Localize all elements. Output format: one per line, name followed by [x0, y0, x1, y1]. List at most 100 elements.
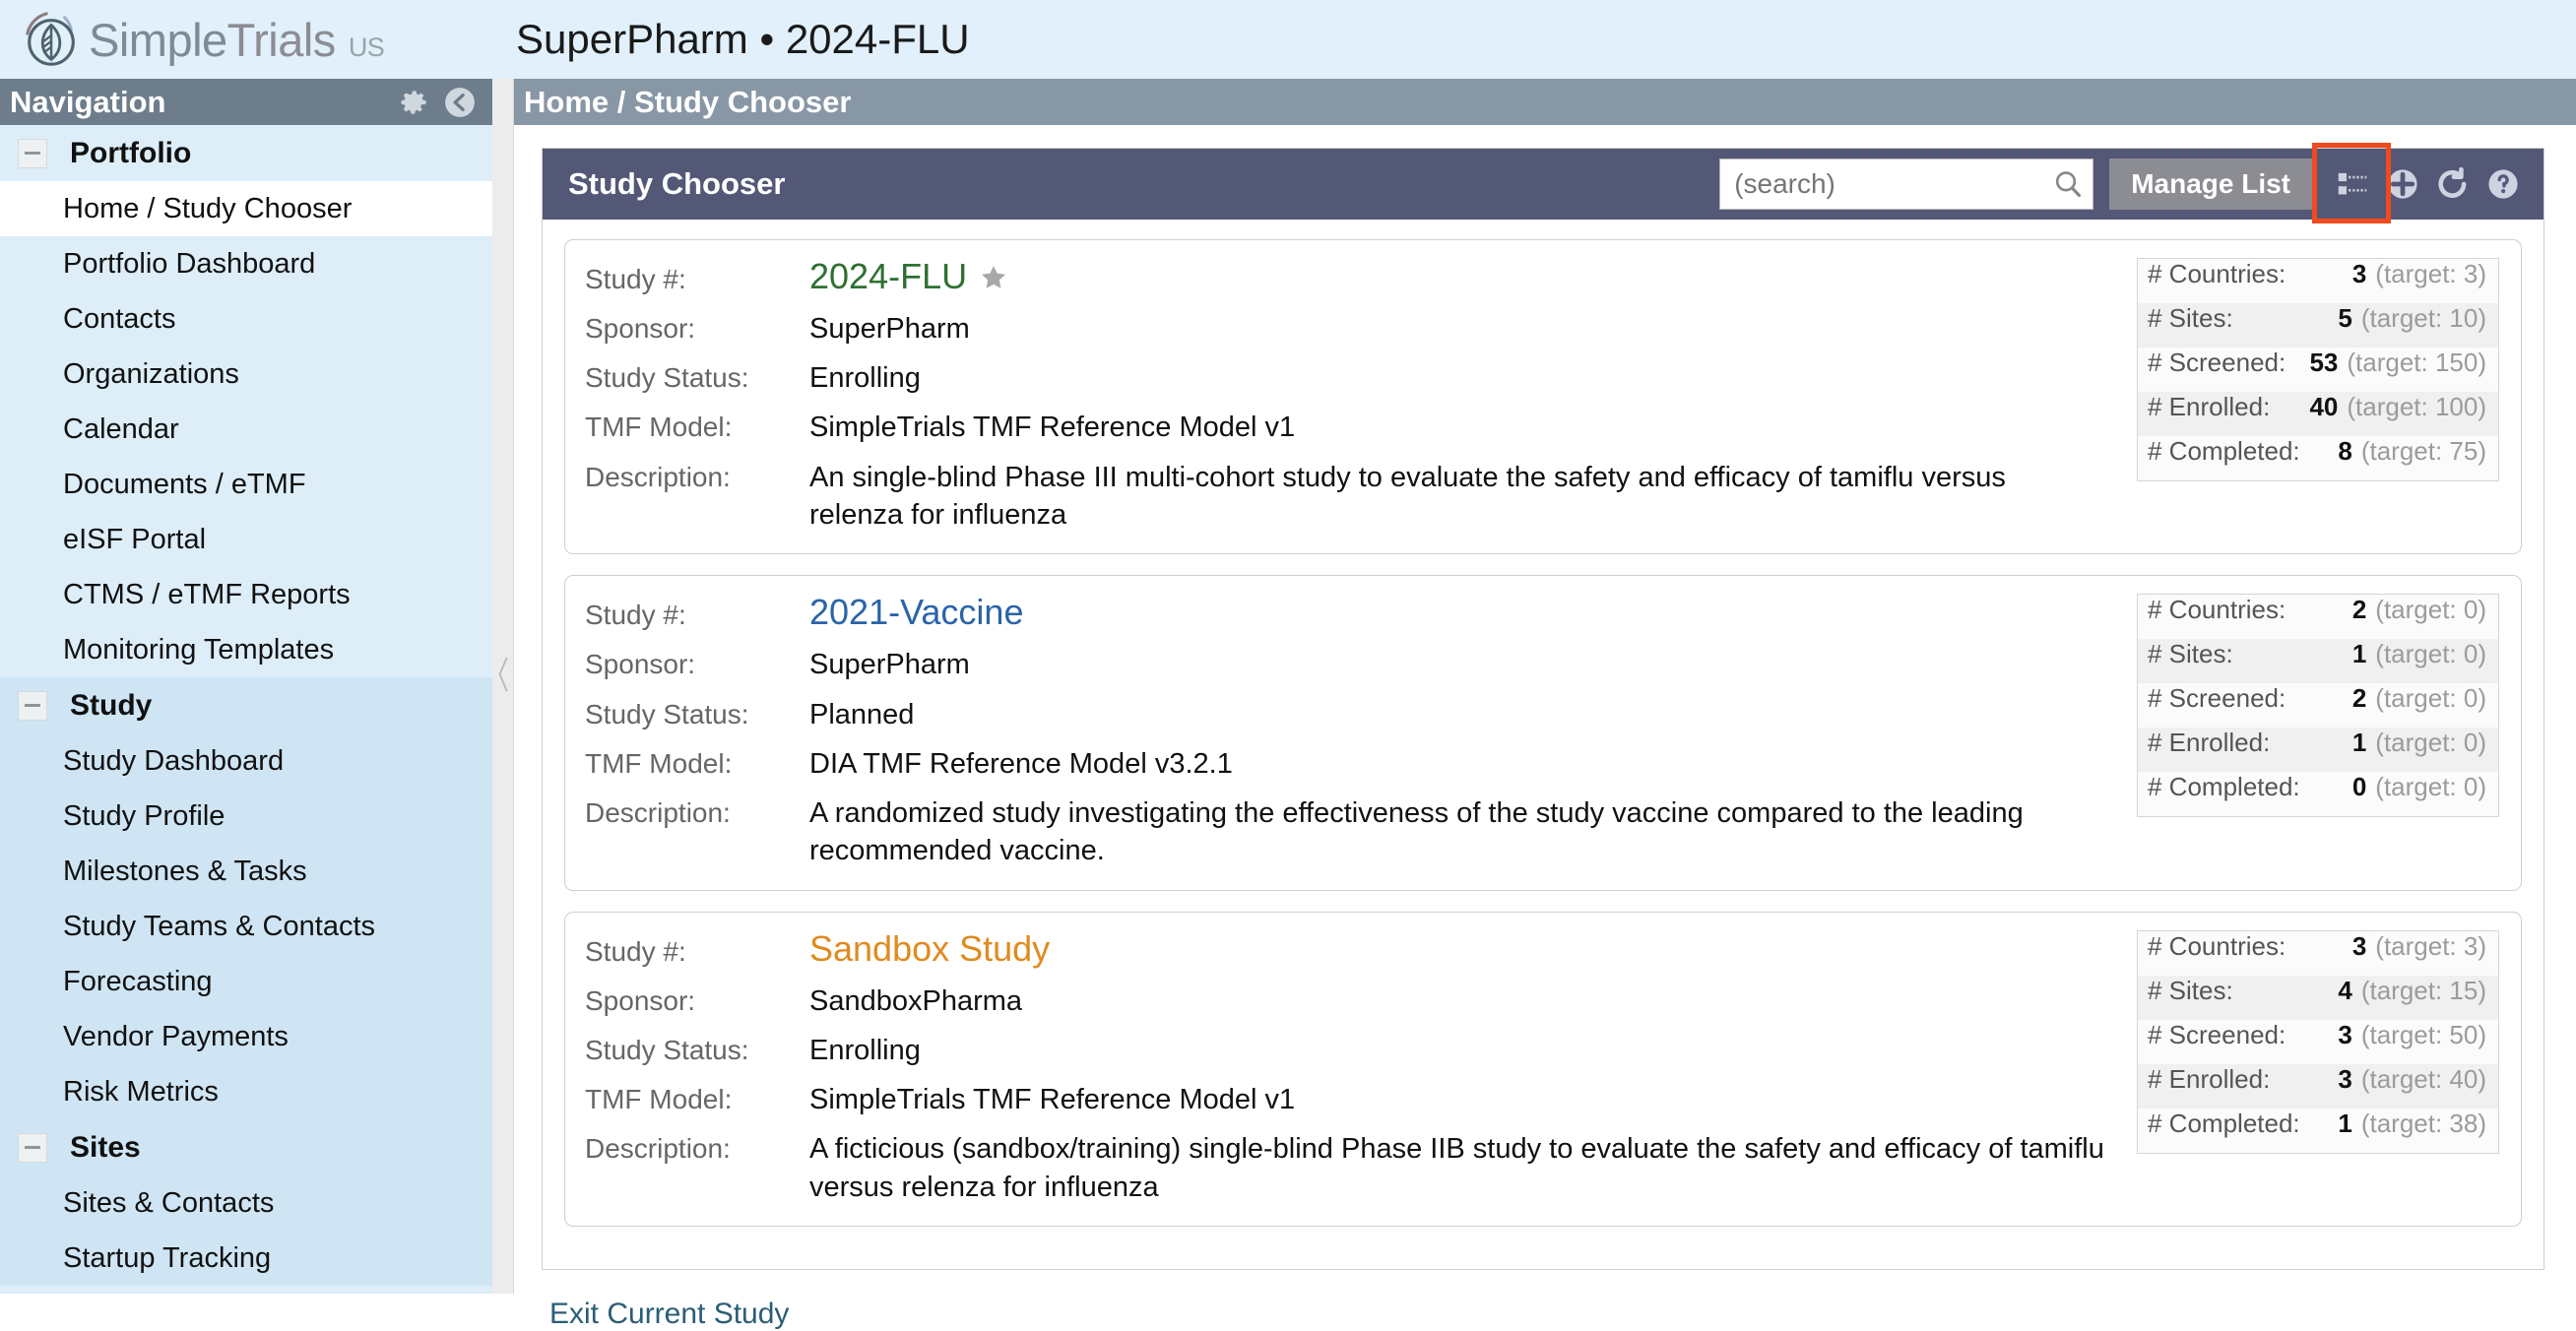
- study-number-row-label: Study #:: [585, 264, 686, 294]
- manage-list-button[interactable]: Manage List: [2109, 158, 2312, 210]
- refresh-icon[interactable]: [2434, 165, 2472, 203]
- collapse-minus-icon[interactable]: [18, 138, 47, 168]
- metric-row: # Sites: 4 (target: 15): [2138, 975, 2498, 1020]
- study-card-details: Study #: 2024-FLU Sponsor: SuperPharm Study …: [565, 240, 2127, 553]
- sidebar-title: Navigation: [10, 84, 166, 119]
- study-card[interactable]: Study #: 2024-FLU Sponsor: SuperPharm Study …: [564, 239, 2522, 555]
- description-row: Description: A ficticious (sandbox/traini…: [585, 1127, 2105, 1206]
- metric-row: # Screened: 3 (target: 50): [2138, 1020, 2498, 1064]
- status-row: Study Status: Enrolling: [585, 1029, 2105, 1069]
- sidebar-collapse-handle[interactable]: [494, 630, 512, 719]
- sidebar-group-label: Sites: [70, 1130, 141, 1164]
- metrics-table: # Countries: 3 (target: 3) # Sites: 5 (target…: [2137, 258, 2499, 481]
- description-row-label: Description:: [585, 1133, 731, 1165]
- sidebar: Navigation Portfolio Home / Study Chooser…: [0, 79, 492, 1294]
- sidebar-item-study-dashboard[interactable]: Study Dashboard: [0, 733, 492, 789]
- metric-label: # Screened:: [2148, 683, 2286, 714]
- sidebar-item-organizations[interactable]: Organizations: [0, 347, 492, 402]
- brand-wordmark: Simple Trials US: [89, 13, 385, 67]
- metric-label: # Completed:: [2148, 1108, 2300, 1138]
- study-number-link[interactable]: Sandbox Study: [809, 929, 1050, 968]
- sidebar-item-study-profile[interactable]: Study Profile: [0, 789, 492, 844]
- metric-value: 53: [2309, 348, 2339, 377]
- metric-row: # Sites: 5 (target: 10): [2138, 303, 2498, 348]
- search-input[interactable]: [1720, 159, 2093, 209]
- search-icon[interactable]: [2052, 168, 2084, 200]
- metric-label: # Sites:: [2148, 975, 2233, 1005]
- sidebar-header: Navigation: [0, 79, 492, 125]
- sponsor-row-label: Sponsor:: [585, 984, 696, 1016]
- sponsor-row: Sponsor: SandboxPharma: [585, 980, 2105, 1020]
- study-number-text: 2021-Vaccine: [809, 592, 1024, 633]
- sidebar-group-sites[interactable]: Sites: [0, 1119, 492, 1175]
- breadcrumb-bar: Home / Study Chooser: [514, 79, 2576, 125]
- study-chooser-panel: Study Chooser Manage List: [542, 143, 2544, 1270]
- study-card[interactable]: Study #: Sandbox Study Sponsor: SandboxPhar…: [564, 911, 2522, 1227]
- study-description-value: A ficticious (sandbox/training) single-b…: [809, 1133, 2104, 1203]
- sponsor-row-label: Sponsor:: [585, 312, 696, 344]
- metric-label: # Sites:: [2148, 303, 2233, 333]
- study-sponsor-value: SuperPharm: [809, 312, 970, 345]
- metric-value: 2: [2351, 683, 2367, 714]
- metric-target: (target: 0): [2375, 683, 2486, 714]
- metric-row: # Completed: 1 (target: 38): [2138, 1109, 2498, 1153]
- favorite-star-icon[interactable]: [979, 262, 1008, 291]
- sidebar-item-forecasting[interactable]: Forecasting: [0, 954, 492, 1009]
- metric-value: 2: [2351, 595, 2367, 625]
- exit-current-study-link[interactable]: Exit Current Study: [549, 1298, 789, 1331]
- sidebar-group-study[interactable]: Study: [0, 677, 492, 733]
- metric-label: # Countries:: [2148, 930, 2286, 961]
- metric-row: # Screened: 2 (target: 0): [2138, 683, 2498, 728]
- study-number-link[interactable]: 2024-FLU: [809, 258, 1008, 295]
- sidebar-resize-gutter[interactable]: [492, 79, 514, 1294]
- sidebar-item-portfolio-dashboard[interactable]: Portfolio Dashboard: [0, 236, 492, 291]
- sidebar-item-documents-etmf[interactable]: Documents / eTMF: [0, 457, 492, 512]
- study-card[interactable]: Study #: 2021-Vaccine Sponsor: SuperPharm St…: [564, 575, 2522, 891]
- sidebar-item-monitoring-templates[interactable]: Monitoring Templates: [0, 622, 492, 677]
- study-number-row: Study #: 2021-Vaccine: [585, 594, 2105, 634]
- brand-logo[interactable]: Simple Trials US: [0, 9, 492, 70]
- collapse-minus-icon[interactable]: [18, 690, 47, 721]
- sidebar-item-contacts[interactable]: Contacts: [0, 291, 492, 347]
- sidebar-item-study-teams-contacts[interactable]: Study Teams & Contacts: [0, 899, 492, 954]
- metric-row: # Countries: 3 (target: 3): [2138, 259, 2498, 303]
- metric-label: # Countries:: [2148, 259, 2286, 288]
- sidebar-item-home-study-chooser[interactable]: Home / Study Chooser: [0, 181, 492, 236]
- sidebar-item-risk-metrics[interactable]: Risk Metrics: [0, 1064, 492, 1119]
- sidebar-item-sites-contacts[interactable]: Sites & Contacts: [0, 1175, 492, 1231]
- metric-row: # Enrolled: 3 (target: 40): [2138, 1063, 2498, 1109]
- study-number-link[interactable]: 2021-Vaccine: [809, 594, 1023, 631]
- metric-row: # Enrolled: 1 (target: 0): [2138, 728, 2498, 773]
- sponsor-row: Sponsor: SuperPharm: [585, 643, 2105, 683]
- study-tmf-model-value: SimpleTrials TMF Reference Model v1: [809, 412, 1296, 444]
- collapse-left-icon[interactable]: [443, 86, 477, 119]
- sidebar-item-vendor-payments[interactable]: Vendor Payments: [0, 1009, 492, 1064]
- sidebar-item-calendar[interactable]: Calendar: [0, 402, 492, 457]
- metric-value: 40: [2309, 392, 2339, 421]
- page-title: SuperPharm • 2024-FLU: [516, 16, 970, 62]
- breadcrumb: Home / Study Chooser: [524, 84, 852, 119]
- sponsor-row-label: Sponsor:: [585, 649, 696, 680]
- sidebar-group-portfolio[interactable]: Portfolio: [0, 125, 492, 181]
- metric-target: (target: 150): [2347, 348, 2486, 377]
- detail-list-view-icon[interactable]: [2334, 165, 2371, 203]
- sidebar-item-startup-tracking[interactable]: Startup Tracking: [0, 1231, 492, 1286]
- tmf-model-row: TMF Model: SimpleTrials TMF Reference Mod…: [585, 1078, 2105, 1118]
- metric-value: 3: [2338, 1063, 2352, 1094]
- sidebar-item-eisf-portal[interactable]: eISF Portal: [0, 512, 492, 567]
- sidebar-item-milestones-tasks[interactable]: Milestones & Tasks: [0, 844, 492, 899]
- add-circle-icon[interactable]: [2384, 165, 2421, 203]
- search-box[interactable]: [1719, 158, 2094, 210]
- panel-title: Study Chooser: [568, 166, 786, 201]
- collapse-minus-icon[interactable]: [18, 1132, 47, 1163]
- metric-row: # Enrolled: 40 (target: 100): [2138, 392, 2498, 436]
- metric-row: # Countries: 2 (target: 0): [2138, 595, 2498, 639]
- metric-value: 4: [2338, 975, 2352, 1005]
- study-status-value: Enrolling: [809, 1034, 921, 1066]
- status-row: Study Status: Planned: [585, 693, 2105, 733]
- description-row: Description: An single-blind Phase III mu…: [585, 456, 2105, 535]
- help-circle-icon[interactable]: [2484, 165, 2522, 203]
- gear-icon[interactable]: [398, 86, 431, 119]
- sidebar-item-ctms-etmf-reports[interactable]: CTMS / eTMF Reports: [0, 567, 492, 622]
- study-number-row: Study #: Sandbox Study: [585, 929, 2105, 971]
